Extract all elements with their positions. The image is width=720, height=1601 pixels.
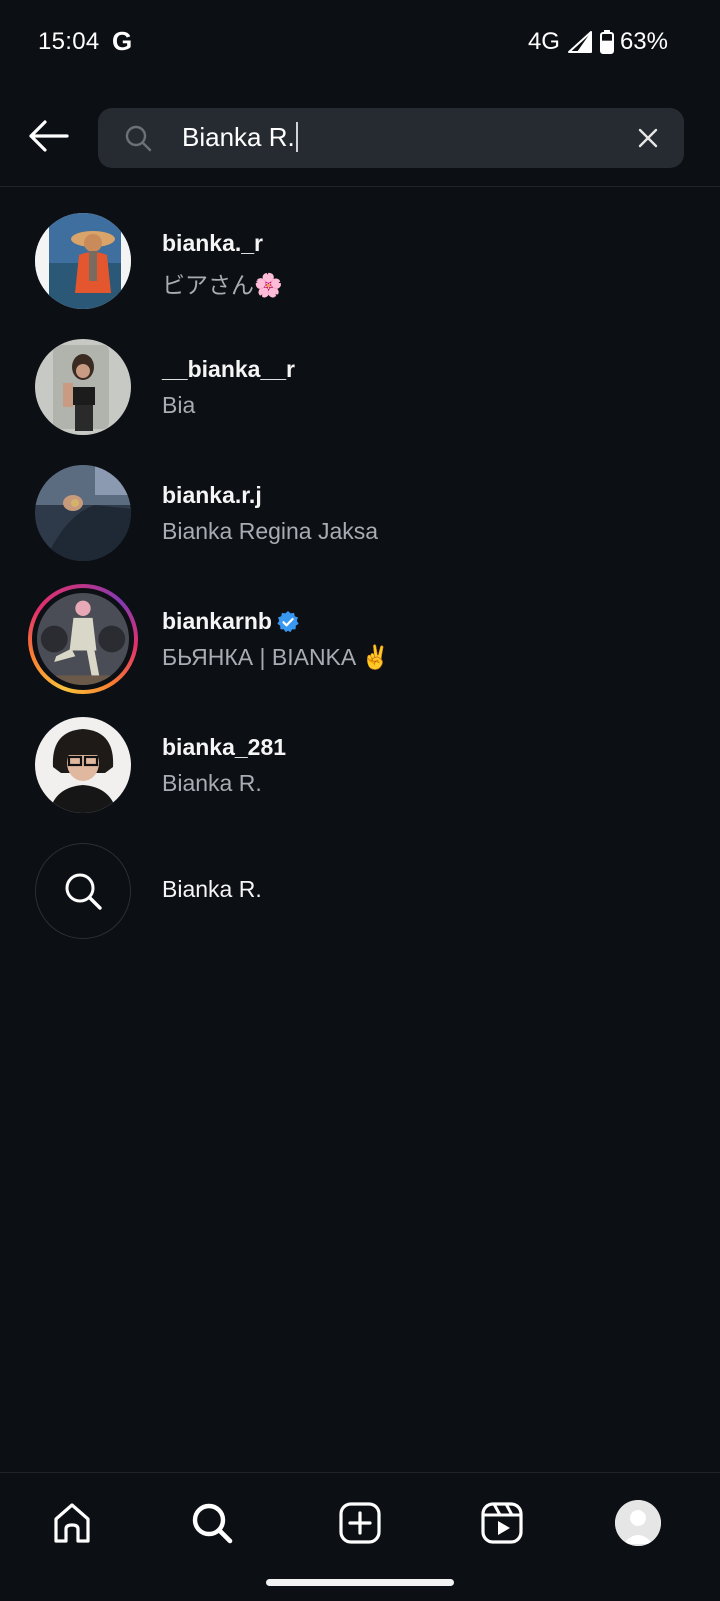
- username: biankarnb: [162, 608, 300, 635]
- home-icon: [54, 1503, 90, 1543]
- search-box[interactable]: Bianka R.: [98, 108, 684, 168]
- signal-icon: [567, 31, 592, 53]
- result-row[interactable]: bianka._r ビアさん🌸: [0, 196, 720, 322]
- search-suggestion-icon-circle: [35, 843, 131, 939]
- home-indicator: [266, 1579, 454, 1586]
- search-icon: [65, 873, 102, 910]
- full-name: Bianka R.: [162, 770, 262, 796]
- search-input[interactable]: Bianka R.: [182, 122, 298, 154]
- bottom-nav: [0, 1472, 720, 1601]
- status-time: 15:04: [38, 28, 100, 55]
- network-type: 4G: [527, 28, 560, 55]
- avatar: [37, 593, 129, 685]
- nav-search-button[interactable]: [186, 1497, 238, 1549]
- search-suggestion-row[interactable]: Bianka R.: [0, 826, 720, 952]
- search-query: Bianka R.: [182, 122, 295, 152]
- nav-reels-button[interactable]: [476, 1497, 528, 1549]
- status-indicators: 4G 63%: [528, 28, 668, 56]
- search-icon: [125, 125, 152, 152]
- verified-badge-icon: [277, 610, 299, 632]
- close-icon: [638, 128, 658, 148]
- google-icon: G: [112, 26, 133, 56]
- battery-icon: [599, 30, 614, 54]
- nav-profile-button[interactable]: [612, 1497, 664, 1549]
- avatar: [35, 339, 131, 435]
- full-name: ビアさん🌸: [162, 272, 283, 298]
- text-caret: [295, 122, 298, 153]
- username: bianka._r: [162, 230, 263, 256]
- back-button[interactable]: [24, 112, 72, 160]
- status-bar: 15:04 G 4G 63%: [0, 0, 720, 88]
- result-row[interactable]: bianka_281 Bianka R.: [0, 700, 720, 826]
- username: __bianka__r: [162, 356, 295, 382]
- result-row[interactable]: bianka.r.j Bianka Regina Jaksa: [0, 448, 720, 574]
- clear-search-button[interactable]: [632, 122, 664, 154]
- battery-percent: 63%: [619, 28, 668, 55]
- full-name: Bianka Regina Jaksa: [162, 518, 379, 544]
- arrow-left-icon: [29, 120, 69, 152]
- search-header: Bianka R.: [0, 88, 720, 187]
- avatar: [35, 213, 131, 309]
- username: bianka_281: [162, 734, 287, 760]
- create-icon: [339, 1502, 381, 1544]
- result-row[interactable]: biankarnb БЬЯНКА | BIANKA ✌️: [0, 574, 720, 700]
- avatar: [35, 465, 131, 561]
- username: bianka.r.j: [162, 482, 262, 508]
- full-name: БЬЯНКА | BIANKA ✌️: [162, 644, 390, 670]
- profile-avatar: [615, 1500, 661, 1546]
- search-icon: [192, 1503, 233, 1544]
- nav-home-button[interactable]: [46, 1497, 98, 1549]
- full-name: Bia: [162, 392, 196, 418]
- avatar: [35, 717, 131, 813]
- search-suggestion-text: Bianka R.: [162, 876, 262, 902]
- nav-create-button[interactable]: [334, 1497, 386, 1549]
- reels-icon: [481, 1502, 523, 1544]
- result-row[interactable]: __bianka__r Bia: [0, 322, 720, 448]
